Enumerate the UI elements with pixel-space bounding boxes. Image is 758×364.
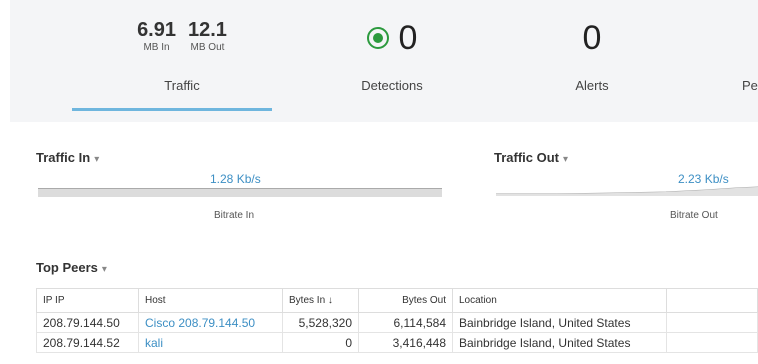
table-row: 208.79.144.52 kali 0 3,416,448 Bainbridg… [36,332,758,353]
column-host[interactable]: Host [138,288,283,313]
summary-bar: 6.91 MB In 12.1 MB Out Traffic 0 Detecti… [10,0,758,122]
table-header-row: IP IP Host Bytes In ↓ Bytes Out Location [36,288,758,313]
traffic-in-metric-label: Bitrate In [214,210,255,221]
top-peers-title[interactable]: Top Peers ▾ [36,260,107,275]
traffic-out-title-text: Traffic Out [494,150,560,165]
traffic-out-value: 12.1 [188,19,227,41]
traffic-card[interactable]: 6.91 MB In 12.1 MB Out Traffic [82,0,282,122]
traffic-in-title-text: Traffic In [36,150,91,165]
column-extra [666,288,758,313]
host-link[interactable]: kali [138,332,283,353]
traffic-out-sparkline [496,186,758,196]
cell-bytes-out: 3,416,448 [358,332,453,353]
top-peers-title-text: Top Peers [36,260,98,275]
chevron-down-icon: ▾ [101,264,107,275]
cell-ip: 208.79.144.50 [36,312,139,333]
alerts-metrics: 0 [492,18,692,66]
traffic-label: Traffic [164,78,200,93]
cell-location: Bainbridge Island, United States [452,312,667,333]
cell-bytes-in: 0 [282,332,359,353]
alerts-card[interactable]: 0 Alerts [492,0,692,122]
chevron-down-icon: ▾ [563,154,569,165]
chevron-down-icon: ▾ [94,154,100,165]
cell-bytes-in: 5,528,320 [282,312,359,333]
traffic-in-rate: 1.28 Kb/s [210,172,261,186]
table-row: 208.79.144.50 Cisco 208.79.144.50 5,528,… [36,312,758,333]
column-bytes-out[interactable]: Bytes Out [358,288,453,313]
traffic-out-unit: MB Out [190,42,225,53]
column-bytes-in[interactable]: Bytes In ↓ [282,288,359,313]
traffic-in-unit: MB In [143,42,170,53]
traffic-out-metric-label: Bitrate Out [670,210,718,221]
column-location[interactable]: Location [452,288,667,313]
traffic-in-title[interactable]: Traffic In ▾ [36,150,99,165]
traffic-out-metric: 12.1 MB Out [188,18,227,54]
host-link[interactable]: Cisco 208.79.144.50 [138,312,283,333]
detections-card[interactable]: 0 Detections [292,0,492,122]
cell-bytes-out: 6,114,584 [358,312,453,333]
detections-label: Detections [361,78,423,93]
cell-extra [666,312,758,333]
peers-card[interactable]: Pe [718,0,758,122]
cell-location: Bainbridge Island, United States [452,332,667,353]
column-ip[interactable]: IP IP [36,288,139,313]
alerts-label: Alerts [575,78,609,93]
top-peers-table: IP IP Host Bytes In ↓ Bytes Out Location… [36,288,758,353]
cell-ip: 208.79.144.52 [36,332,139,353]
alerts-count: 0 [582,19,602,57]
traffic-in-value: 6.91 [137,19,176,41]
status-ok-icon [366,27,389,49]
active-card-indicator [72,108,272,111]
traffic-in-metric: 6.91 MB In [137,18,176,54]
peers-label: Pe [742,78,758,93]
cell-extra [666,332,758,353]
traffic-out-title[interactable]: Traffic Out ▾ [494,150,568,165]
detections-metrics: 0 [292,18,492,66]
traffic-metrics: 6.91 MB In 12.1 MB Out [82,18,282,66]
detections-count: 0 [398,19,418,57]
traffic-in-area [38,189,442,197]
